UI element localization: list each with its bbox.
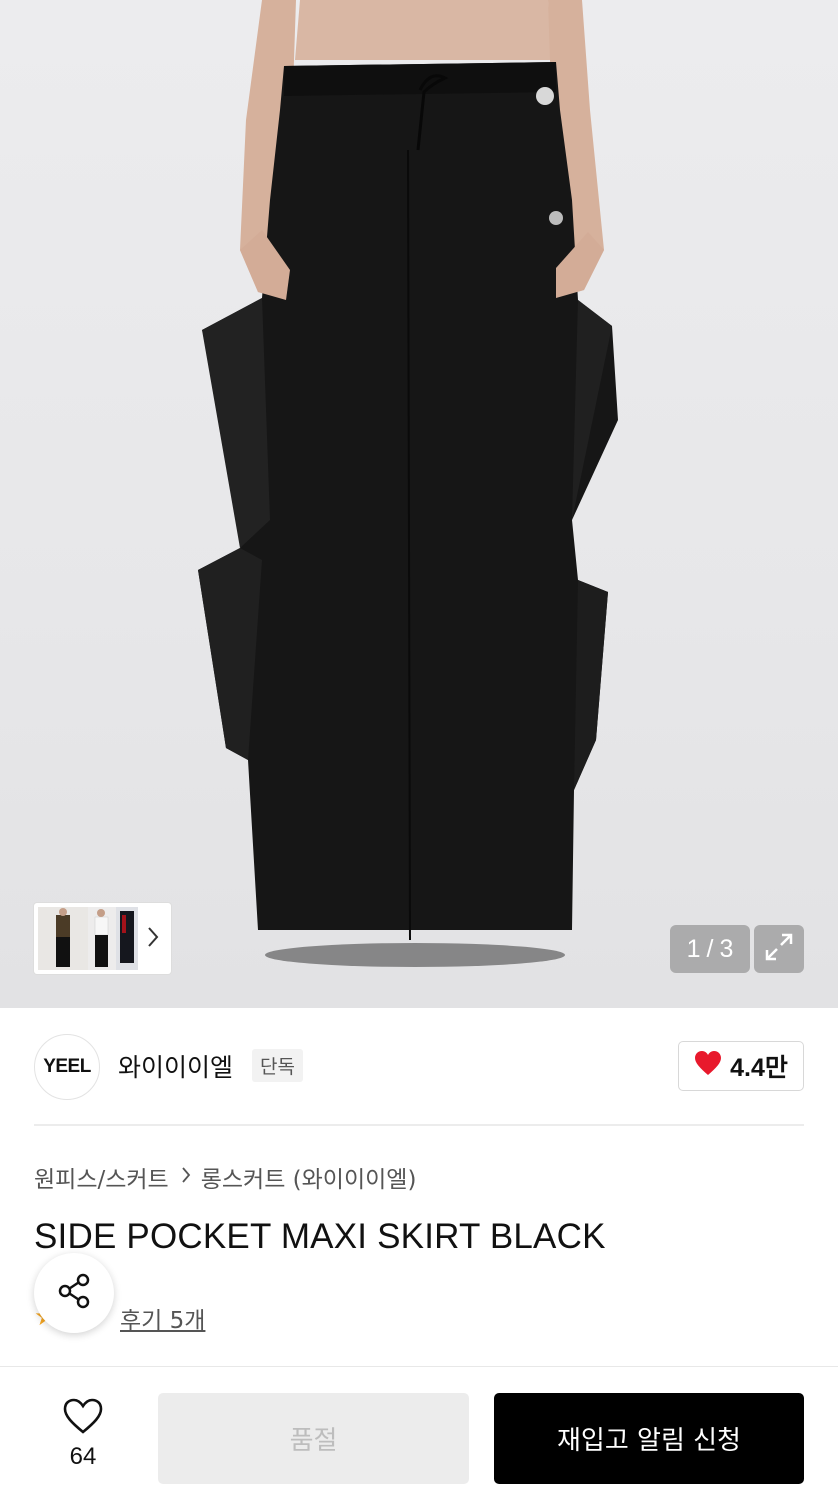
brand-like-count: 4.4만 — [730, 1054, 788, 1082]
share-button[interactable] — [34, 1253, 114, 1333]
review-link[interactable]: 후기 5개 — [120, 1301, 205, 1335]
expand-icon — [763, 931, 795, 967]
gallery-pager: 1 / 3 — [670, 925, 750, 973]
exclusive-badge: 단독 — [252, 1049, 303, 1082]
brand-name-link[interactable]: 와이이이엘 — [118, 1048, 233, 1084]
pager-separator: / — [706, 934, 714, 963]
soldout-button: 품절 — [158, 1393, 469, 1484]
thumbnail-strip[interactable] — [34, 903, 171, 974]
share-icon — [54, 1271, 94, 1315]
brand-row: YEEL 와이이이엘 단독 4.4만 — [34, 1034, 804, 1100]
expand-button[interactable] — [754, 925, 804, 973]
brand-logo-text: YEEL — [43, 1056, 91, 1077]
breadcrumb: 원피스/스커트 롱스커트 (와이이이엘) — [34, 1160, 416, 1194]
product-image-gallery[interactable]: 1 / 3 — [0, 0, 838, 1008]
chevron-right-icon — [181, 1164, 191, 1190]
heart-outline-icon — [62, 1397, 104, 1439]
product-title: SIDE POCKET MAXI SKIRT BLACK — [34, 1217, 606, 1256]
pager-current: 1 — [686, 934, 701, 963]
wishlist-button[interactable]: 64 — [52, 1397, 114, 1471]
heart-filled-icon — [694, 1050, 722, 1083]
wishlist-count: 64 — [69, 1443, 97, 1470]
bottom-action-bar: 64 품절 재입고 알림 신청 — [0, 1366, 838, 1501]
breadcrumb-category[interactable]: 원피스/스커트 — [34, 1160, 169, 1194]
brand-logo[interactable]: YEEL — [34, 1034, 100, 1100]
restock-alert-button[interactable]: 재입고 알림 신청 — [494, 1393, 804, 1484]
chevron-right-icon[interactable] — [146, 925, 160, 949]
breadcrumb-subcategory[interactable]: 롱스커트 (와이이이엘) — [201, 1160, 417, 1194]
section-divider — [34, 1124, 804, 1126]
brand-like-button[interactable]: 4.4만 — [678, 1041, 804, 1091]
product-photo — [198, 0, 618, 967]
pager-total: 3 — [719, 934, 734, 963]
